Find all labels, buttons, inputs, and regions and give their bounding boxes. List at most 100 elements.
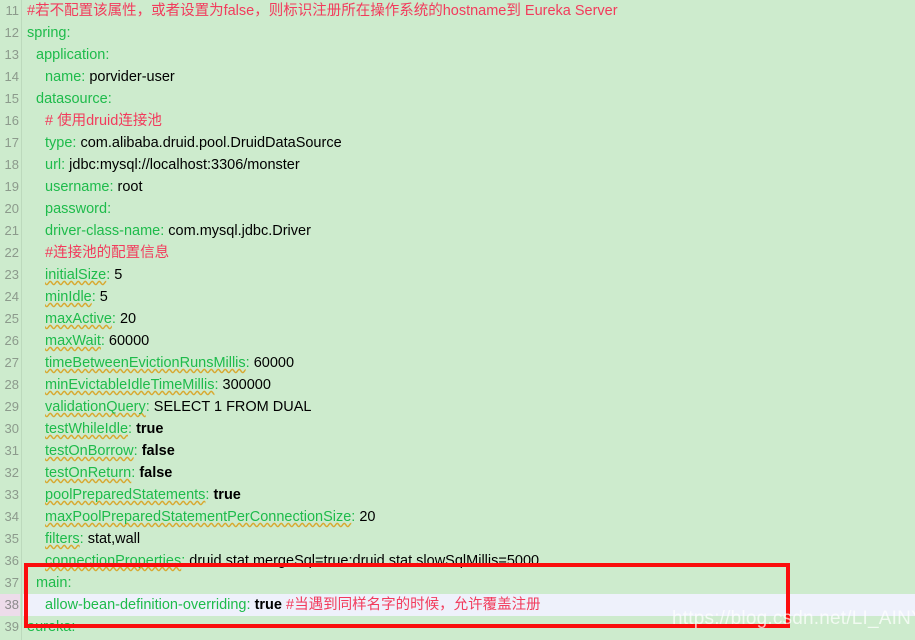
- yaml-comment: #连接池的配置信息: [45, 245, 170, 261]
- code-line[interactable]: testWhileIdle: true: [23, 418, 915, 440]
- code-line[interactable]: #连接池的配置信息: [23, 242, 915, 264]
- code-line[interactable]: initialSize: 5: [23, 264, 915, 286]
- yaml-value: 20: [115, 311, 137, 327]
- yaml-value: 5: [95, 289, 108, 305]
- line-number[interactable]: 33: [0, 484, 20, 506]
- yaml-comment: # 使用druid连接池: [45, 113, 162, 129]
- yaml-key: minEvictableIdleTimeMillis: [45, 377, 215, 393]
- yaml-boolean-value: false: [141, 443, 175, 459]
- line-number[interactable]: 31: [0, 440, 20, 462]
- line-number[interactable]: 22: [0, 242, 20, 264]
- yaml-colon: :: [66, 25, 71, 41]
- yaml-key: spring: [27, 25, 67, 41]
- yaml-key: username: [45, 179, 110, 195]
- line-number[interactable]: 12: [0, 22, 20, 44]
- code-line[interactable]: application:: [23, 44, 915, 66]
- yaml-key: maxPoolPreparedStatementPerConnectionSiz…: [45, 509, 352, 525]
- code-line[interactable]: main:: [23, 572, 915, 594]
- yaml-key: type: [45, 135, 73, 151]
- line-number[interactable]: 39: [0, 616, 20, 638]
- code-line[interactable]: username: root: [23, 176, 915, 198]
- line-number[interactable]: 23: [0, 264, 20, 286]
- line-number[interactable]: 32: [0, 462, 20, 484]
- yaml-boolean-value: false: [139, 465, 173, 481]
- code-line[interactable]: validationQuery: SELECT 1 FROM DUAL: [23, 396, 915, 418]
- yaml-boolean-value: true: [254, 597, 282, 613]
- yaml-value: 5: [110, 267, 123, 283]
- yaml-value: root: [113, 179, 143, 195]
- code-line[interactable]: datasource:: [23, 88, 915, 110]
- line-number[interactable]: 38: [0, 594, 20, 616]
- line-number[interactable]: 27: [0, 352, 20, 374]
- line-number[interactable]: 30: [0, 418, 20, 440]
- line-number[interactable]: 18: [0, 154, 20, 176]
- line-number[interactable]: 16: [0, 110, 20, 132]
- yaml-value: 20: [355, 509, 376, 525]
- code-line[interactable]: maxActive: 20: [23, 308, 915, 330]
- yaml-key: password: [45, 201, 108, 217]
- yaml-key: url: [45, 157, 62, 173]
- yaml-comment: #若不配置该属性，或者设置为false，则标识注册所在操作系统的hostname…: [27, 3, 618, 19]
- yaml-key: testOnBorrow: [45, 443, 134, 459]
- yaml-colon: :: [105, 47, 110, 63]
- code-line[interactable]: maxPoolPreparedStatementPerConnectionSiz…: [23, 506, 915, 528]
- line-number[interactable]: 35: [0, 528, 20, 550]
- line-number[interactable]: 15: [0, 88, 20, 110]
- code-line[interactable]: poolPreparedStatements: true: [23, 484, 915, 506]
- yaml-colon: :: [71, 619, 76, 635]
- line-number-gutter[interactable]: 11 12 13 14 15 16 17 18 19 20 21 22 23 24 25 26 27 28 29 30…: [0, 0, 22, 640]
- yaml-key: datasource: [36, 91, 108, 107]
- code-line[interactable]: minIdle: 5: [23, 286, 915, 308]
- yaml-value: 300000: [218, 377, 271, 393]
- code-line[interactable]: maxWait: 60000: [23, 330, 915, 352]
- line-number[interactable]: 34: [0, 506, 20, 528]
- yaml-colon: :: [107, 91, 112, 107]
- code-line[interactable]: #若不配置该属性，或者设置为false，则标识注册所在操作系统的hostname…: [23, 0, 915, 22]
- code-line[interactable]: filters: stat,wall: [23, 528, 915, 550]
- line-number[interactable]: 14: [0, 66, 20, 88]
- yaml-key: testOnReturn: [45, 465, 132, 481]
- code-line[interactable]: password:: [23, 198, 915, 220]
- yaml-value: druid.stat.mergeSql=true;druid.stat.slow…: [185, 553, 540, 569]
- code-line[interactable]: name: porvider-user: [23, 66, 915, 88]
- yaml-value: stat,wall: [83, 531, 141, 547]
- yaml-value: SELECT 1 FROM DUAL: [149, 399, 312, 415]
- code-line[interactable]: minEvictableIdleTimeMillis: 300000: [23, 374, 915, 396]
- line-number[interactable]: 19: [0, 176, 20, 198]
- line-number[interactable]: 11: [0, 0, 20, 22]
- line-number[interactable]: 13: [0, 44, 20, 66]
- yaml-key: poolPreparedStatements: [45, 487, 206, 503]
- line-number[interactable]: 17: [0, 132, 20, 154]
- line-number[interactable]: 37: [0, 572, 20, 594]
- code-content-area[interactable]: #若不配置该属性，或者设置为false，则标识注册所在操作系统的hostname…: [23, 0, 915, 640]
- code-line[interactable]: testOnBorrow: false: [23, 440, 915, 462]
- line-number[interactable]: 24: [0, 286, 20, 308]
- yaml-key: timeBetweenEvictionRunsMillis: [45, 355, 246, 371]
- yaml-value: porvider-user: [85, 69, 175, 85]
- line-number[interactable]: 26: [0, 330, 20, 352]
- line-number[interactable]: 20: [0, 198, 20, 220]
- line-number[interactable]: 28: [0, 374, 20, 396]
- code-line[interactable]: type: com.alibaba.druid.pool.DruidDataSo…: [23, 132, 915, 154]
- line-number[interactable]: 29: [0, 396, 20, 418]
- line-number[interactable]: 21: [0, 220, 20, 242]
- yaml-key: testWhileIdle: [45, 421, 129, 437]
- yaml-key: eureka: [27, 619, 72, 635]
- line-number[interactable]: 36: [0, 550, 20, 572]
- yaml-colon: :: [67, 575, 72, 591]
- code-line[interactable]: url: jdbc:mysql://localhost:3306/monster: [23, 154, 915, 176]
- yaml-key: name: [45, 69, 82, 85]
- yaml-value: com.alibaba.druid.pool.DruidDataSource: [76, 135, 342, 151]
- code-line[interactable]: testOnReturn: false: [23, 462, 915, 484]
- yaml-key: validationQuery: [45, 399, 146, 415]
- code-line[interactable]: driver-class-name: com.mysql.jdbc.Driver: [23, 220, 915, 242]
- yaml-value: 60000: [249, 355, 295, 371]
- code-line[interactable]: timeBetweenEvictionRunsMillis: 60000: [23, 352, 915, 374]
- code-line[interactable]: spring:: [23, 22, 915, 44]
- code-line[interactable]: # 使用druid连接池: [23, 110, 915, 132]
- yaml-key: initialSize: [45, 267, 107, 283]
- yaml-code-editor[interactable]: 11 12 13 14 15 16 17 18 19 20 21 22 23 24 25 26 27 28 29 30…: [0, 0, 915, 640]
- yaml-key: connectionProperties: [45, 553, 182, 569]
- code-line[interactable]: connectionProperties: druid.stat.mergeSq…: [23, 550, 915, 572]
- line-number[interactable]: 25: [0, 308, 20, 330]
